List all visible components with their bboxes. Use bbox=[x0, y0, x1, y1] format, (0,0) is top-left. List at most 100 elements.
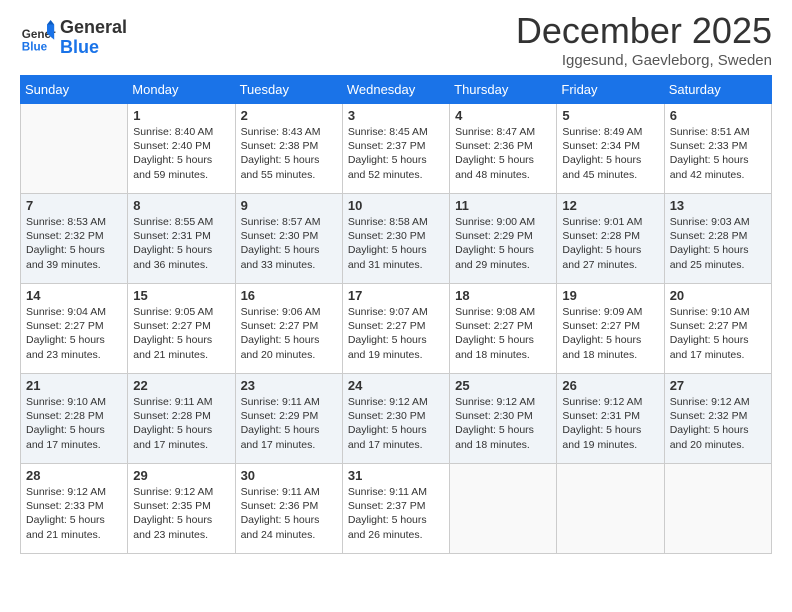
day-info: Sunrise: 9:01 AM Sunset: 2:28 PM Dayligh… bbox=[562, 215, 658, 272]
day-info: Sunrise: 8:43 AM Sunset: 2:38 PM Dayligh… bbox=[241, 125, 337, 182]
calendar-week-row: 7 Sunrise: 8:53 AM Sunset: 2:32 PM Daylig… bbox=[21, 194, 772, 284]
calendar-table: SundayMondayTuesdayWednesdayThursdayFrid… bbox=[20, 75, 772, 554]
month-title: December 2025 bbox=[516, 10, 772, 52]
svg-text:Blue: Blue bbox=[22, 40, 48, 53]
col-header-monday: Monday bbox=[128, 76, 235, 104]
calendar-cell: 2 Sunrise: 8:43 AM Sunset: 2:38 PM Daylig… bbox=[235, 104, 342, 194]
day-info: Sunrise: 9:12 AM Sunset: 2:32 PM Dayligh… bbox=[670, 395, 766, 452]
day-number: 16 bbox=[241, 288, 337, 303]
day-info: Sunrise: 9:04 AM Sunset: 2:27 PM Dayligh… bbox=[26, 305, 122, 362]
calendar-cell bbox=[450, 464, 557, 554]
calendar-week-row: 21 Sunrise: 9:10 AM Sunset: 2:28 PM Dayli… bbox=[21, 374, 772, 464]
day-info: Sunrise: 9:12 AM Sunset: 2:30 PM Dayligh… bbox=[348, 395, 444, 452]
day-number: 17 bbox=[348, 288, 444, 303]
calendar-cell: 26 Sunrise: 9:12 AM Sunset: 2:31 PM Dayli… bbox=[557, 374, 664, 464]
calendar-cell bbox=[557, 464, 664, 554]
day-info: Sunrise: 9:12 AM Sunset: 2:30 PM Dayligh… bbox=[455, 395, 551, 452]
calendar-cell: 10 Sunrise: 8:58 AM Sunset: 2:30 PM Dayli… bbox=[342, 194, 449, 284]
day-number: 14 bbox=[26, 288, 122, 303]
day-info: Sunrise: 8:58 AM Sunset: 2:30 PM Dayligh… bbox=[348, 215, 444, 272]
day-info: Sunrise: 8:51 AM Sunset: 2:33 PM Dayligh… bbox=[670, 125, 766, 182]
col-header-tuesday: Tuesday bbox=[235, 76, 342, 104]
day-number: 28 bbox=[26, 468, 122, 483]
calendar-cell: 15 Sunrise: 9:05 AM Sunset: 2:27 PM Dayli… bbox=[128, 284, 235, 374]
calendar-cell: 16 Sunrise: 9:06 AM Sunset: 2:27 PM Dayli… bbox=[235, 284, 342, 374]
calendar-cell: 19 Sunrise: 9:09 AM Sunset: 2:27 PM Dayli… bbox=[557, 284, 664, 374]
calendar-cell: 31 Sunrise: 9:11 AM Sunset: 2:37 PM Dayli… bbox=[342, 464, 449, 554]
day-number: 25 bbox=[455, 378, 551, 393]
day-info: Sunrise: 8:57 AM Sunset: 2:30 PM Dayligh… bbox=[241, 215, 337, 272]
calendar-cell: 30Sunrise: 9:11 AM Sunset: 2:36 PM Dayli… bbox=[235, 464, 342, 554]
calendar-cell: 18 Sunrise: 9:08 AM Sunset: 2:27 PM Dayli… bbox=[450, 284, 557, 374]
calendar-cell: 3 Sunrise: 8:45 AM Sunset: 2:37 PM Daylig… bbox=[342, 104, 449, 194]
day-number: 6 bbox=[670, 108, 766, 123]
calendar-cell: 27 Sunrise: 9:12 AM Sunset: 2:32 PM Dayli… bbox=[664, 374, 771, 464]
calendar-cell: 28 Sunrise: 9:12 AM Sunset: 2:33 PM Dayli… bbox=[21, 464, 128, 554]
page-header: General Blue General Blue December 2025 … bbox=[20, 10, 772, 69]
day-number: 27 bbox=[670, 378, 766, 393]
day-number: 11 bbox=[455, 198, 551, 213]
calendar-cell: 24 Sunrise: 9:12 AM Sunset: 2:30 PM Dayli… bbox=[342, 374, 449, 464]
day-number: 31 bbox=[348, 468, 444, 483]
calendar-cell: 20Sunrise: 9:10 AM Sunset: 2:27 PM Dayli… bbox=[664, 284, 771, 374]
calendar-cell: 1Sunrise: 8:40 AM Sunset: 2:40 PM Daylig… bbox=[128, 104, 235, 194]
day-info: Sunrise: 9:12 AM Sunset: 2:33 PM Dayligh… bbox=[26, 485, 122, 542]
calendar-cell: 23Sunrise: 9:11 AM Sunset: 2:29 PM Dayli… bbox=[235, 374, 342, 464]
day-number: 18 bbox=[455, 288, 551, 303]
day-number: 21 bbox=[26, 378, 122, 393]
calendar-cell: 6 Sunrise: 8:51 AM Sunset: 2:33 PM Daylig… bbox=[664, 104, 771, 194]
day-number: 29 bbox=[133, 468, 229, 483]
day-info: Sunrise: 9:10 AM Sunset: 2:27 PM Dayligh… bbox=[670, 305, 766, 362]
day-number: 2 bbox=[241, 108, 337, 123]
location: Iggesund, Gaevleborg, Sweden bbox=[516, 52, 772, 69]
calendar-cell: 4 Sunrise: 8:47 AM Sunset: 2:36 PM Daylig… bbox=[450, 104, 557, 194]
calendar-cell: 13Sunrise: 9:03 AM Sunset: 2:28 PM Dayli… bbox=[664, 194, 771, 284]
day-info: Sunrise: 9:06 AM Sunset: 2:27 PM Dayligh… bbox=[241, 305, 337, 362]
day-info: Sunrise: 9:12 AM Sunset: 2:35 PM Dayligh… bbox=[133, 485, 229, 542]
day-number: 4 bbox=[455, 108, 551, 123]
day-number: 7 bbox=[26, 198, 122, 213]
col-header-wednesday: Wednesday bbox=[342, 76, 449, 104]
day-number: 3 bbox=[348, 108, 444, 123]
day-number: 8 bbox=[133, 198, 229, 213]
day-number: 24 bbox=[348, 378, 444, 393]
day-info: Sunrise: 9:10 AM Sunset: 2:28 PM Dayligh… bbox=[26, 395, 122, 452]
logo: General Blue General Blue bbox=[20, 18, 127, 58]
day-number: 10 bbox=[348, 198, 444, 213]
calendar-cell: 29 Sunrise: 9:12 AM Sunset: 2:35 PM Dayli… bbox=[128, 464, 235, 554]
day-info: Sunrise: 8:53 AM Sunset: 2:32 PM Dayligh… bbox=[26, 215, 122, 272]
calendar-week-row: 14 Sunrise: 9:04 AM Sunset: 2:27 PM Dayli… bbox=[21, 284, 772, 374]
logo-icon: General Blue bbox=[20, 20, 56, 56]
day-info: Sunrise: 9:07 AM Sunset: 2:27 PM Dayligh… bbox=[348, 305, 444, 362]
calendar-cell: 5Sunrise: 8:49 AM Sunset: 2:34 PM Daylig… bbox=[557, 104, 664, 194]
calendar-header-row: SundayMondayTuesdayWednesdayThursdayFrid… bbox=[21, 76, 772, 104]
day-info: Sunrise: 9:11 AM Sunset: 2:37 PM Dayligh… bbox=[348, 485, 444, 542]
day-info: Sunrise: 8:55 AM Sunset: 2:31 PM Dayligh… bbox=[133, 215, 229, 272]
day-info: Sunrise: 8:40 AM Sunset: 2:40 PM Dayligh… bbox=[133, 125, 229, 182]
day-number: 12 bbox=[562, 198, 658, 213]
col-header-saturday: Saturday bbox=[664, 76, 771, 104]
day-info: Sunrise: 9:11 AM Sunset: 2:36 PM Dayligh… bbox=[241, 485, 337, 542]
calendar-cell bbox=[21, 104, 128, 194]
day-number: 22 bbox=[133, 378, 229, 393]
calendar-cell: 25 Sunrise: 9:12 AM Sunset: 2:30 PM Dayli… bbox=[450, 374, 557, 464]
calendar-cell bbox=[664, 464, 771, 554]
day-number: 19 bbox=[562, 288, 658, 303]
day-number: 26 bbox=[562, 378, 658, 393]
day-info: Sunrise: 8:47 AM Sunset: 2:36 PM Dayligh… bbox=[455, 125, 551, 182]
day-info: Sunrise: 9:05 AM Sunset: 2:27 PM Dayligh… bbox=[133, 305, 229, 362]
col-header-thursday: Thursday bbox=[450, 76, 557, 104]
day-number: 13 bbox=[670, 198, 766, 213]
day-info: Sunrise: 8:45 AM Sunset: 2:37 PM Dayligh… bbox=[348, 125, 444, 182]
day-info: Sunrise: 9:08 AM Sunset: 2:27 PM Dayligh… bbox=[455, 305, 551, 362]
calendar-week-row: 28 Sunrise: 9:12 AM Sunset: 2:33 PM Dayli… bbox=[21, 464, 772, 554]
day-info: Sunrise: 9:00 AM Sunset: 2:29 PM Dayligh… bbox=[455, 215, 551, 272]
day-number: 15 bbox=[133, 288, 229, 303]
calendar-cell: 7 Sunrise: 8:53 AM Sunset: 2:32 PM Daylig… bbox=[21, 194, 128, 284]
logo-general-text: General bbox=[60, 17, 127, 37]
calendar-cell: 8 Sunrise: 8:55 AM Sunset: 2:31 PM Daylig… bbox=[128, 194, 235, 284]
day-info: Sunrise: 9:09 AM Sunset: 2:27 PM Dayligh… bbox=[562, 305, 658, 362]
day-number: 23 bbox=[241, 378, 337, 393]
calendar-cell: 11 Sunrise: 9:00 AM Sunset: 2:29 PM Dayli… bbox=[450, 194, 557, 284]
day-info: Sunrise: 9:12 AM Sunset: 2:31 PM Dayligh… bbox=[562, 395, 658, 452]
